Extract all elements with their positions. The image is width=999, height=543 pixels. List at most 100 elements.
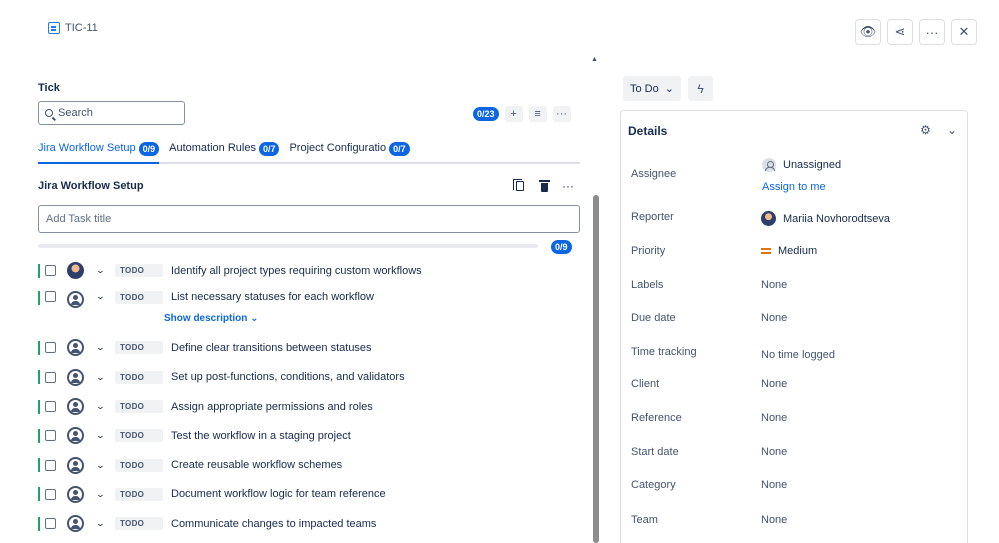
- copy-button[interactable]: [513, 179, 527, 193]
- assignee-avatar[interactable]: [67, 398, 84, 415]
- task-row[interactable]: ⌄ TODO Document workflow logic for team …: [38, 480, 578, 509]
- task-row[interactable]: ⌄ TODO Create reusable workflow schemes: [38, 450, 578, 479]
- search-box[interactable]: [38, 101, 185, 125]
- field-team[interactable]: Team None: [631, 514, 787, 526]
- status-lozenge[interactable]: TODO: [115, 517, 163, 530]
- list-more-button[interactable]: ···: [553, 106, 571, 122]
- task-checkbox[interactable]: [45, 265, 56, 276]
- filter-button[interactable]: ≡: [529, 106, 547, 122]
- delete-button[interactable]: [537, 179, 551, 193]
- field-category[interactable]: Category None: [631, 479, 787, 491]
- chevron-down-icon[interactable]: ⌄: [96, 430, 109, 441]
- chevron-down-icon[interactable]: ⌄: [96, 401, 109, 412]
- drag-handle[interactable]: [38, 291, 40, 305]
- scroll-up-arrow[interactable]: ▲: [591, 56, 598, 63]
- show-description-link[interactable]: Show description ⌄: [164, 313, 259, 324]
- task-title[interactable]: Assign appropriate permissions and roles: [171, 401, 373, 413]
- drag-handle[interactable]: [38, 429, 40, 443]
- status-lozenge[interactable]: TODO: [115, 371, 163, 384]
- task-title[interactable]: Set up post-functions, conditions, and v…: [171, 371, 405, 383]
- assignee-avatar[interactable]: [67, 339, 84, 356]
- field-reporter[interactable]: Reporter Mariia Novhorodtseva: [631, 211, 890, 226]
- status-lozenge[interactable]: TODO: [115, 400, 163, 413]
- close-button[interactable]: ✕: [951, 19, 977, 45]
- task-checkbox[interactable]: [45, 489, 56, 500]
- group-more-button[interactable]: ···: [561, 179, 575, 193]
- chevron-down-icon[interactable]: ⌄: [96, 518, 109, 529]
- drag-handle[interactable]: [38, 264, 40, 278]
- assignee-avatar[interactable]: [67, 427, 84, 444]
- task-row[interactable]: ⌄ TODO Communicate changes to impacted t…: [38, 509, 578, 538]
- task-checkbox[interactable]: [45, 518, 56, 529]
- chevron-down-icon[interactable]: ⌄: [96, 265, 109, 276]
- task-title[interactable]: Test the workflow in a staging project: [171, 430, 351, 442]
- assignee-avatar[interactable]: [67, 515, 84, 532]
- chevron-down-icon[interactable]: ⌄: [96, 372, 109, 383]
- status-lozenge[interactable]: TODO: [115, 264, 163, 277]
- add-task-field[interactable]: [38, 205, 580, 233]
- task-row[interactable]: ⌄ TODO Set up post-functions, conditions…: [38, 363, 578, 392]
- task-row[interactable]: ⌄ TODO Identify all project types requir…: [38, 256, 578, 285]
- drag-handle[interactable]: [38, 487, 40, 501]
- field-priority[interactable]: Priority Medium: [631, 245, 817, 257]
- tab-jira-workflow-setup[interactable]: Jira Workflow Setup 0/9: [38, 142, 159, 164]
- add-task-input[interactable]: [46, 213, 546, 225]
- assignee-avatar[interactable]: [67, 457, 84, 474]
- add-button[interactable]: +: [505, 106, 523, 122]
- assignee-avatar[interactable]: [67, 262, 84, 279]
- field-labels[interactable]: Labels None: [631, 279, 787, 291]
- task-row[interactable]: ⌄ TODO Test the workflow in a staging pr…: [38, 421, 578, 450]
- share-button[interactable]: ⋖: [887, 19, 913, 45]
- task-checkbox[interactable]: [45, 401, 56, 412]
- task-row[interactable]: ⌄ TODO Define clear transitions between …: [38, 333, 578, 362]
- automation-button[interactable]: ϟ: [688, 76, 713, 101]
- drag-handle[interactable]: [38, 370, 40, 384]
- field-due-date[interactable]: Due date None: [631, 312, 787, 324]
- drag-handle[interactable]: [38, 400, 40, 414]
- task-checkbox[interactable]: [45, 291, 56, 302]
- task-checkbox[interactable]: [45, 342, 56, 353]
- task-checkbox[interactable]: [45, 372, 56, 383]
- task-row[interactable]: ⌄ TODO List necessary statuses for each …: [38, 285, 578, 333]
- drag-handle[interactable]: [38, 341, 40, 355]
- field-reference[interactable]: Reference None: [631, 412, 787, 424]
- issue-key-link[interactable]: TIC-11: [48, 22, 98, 34]
- task-title[interactable]: Communicate changes to impacted teams: [171, 518, 376, 530]
- assignee-value[interactable]: Unassigned: [762, 158, 841, 172]
- assignee-avatar[interactable]: [67, 291, 84, 308]
- chevron-down-icon[interactable]: ⌄: [96, 342, 109, 353]
- chevron-down-icon[interactable]: ⌄: [96, 489, 109, 500]
- tab-project-configuration[interactable]: Project Configuratio 0/7: [289, 142, 409, 164]
- drag-handle[interactable]: [38, 517, 40, 531]
- field-start-date[interactable]: Start date None: [631, 446, 787, 458]
- assignee-avatar[interactable]: [67, 486, 84, 503]
- field-time-tracking[interactable]: Time tracking No time logged: [631, 346, 835, 361]
- settings-button[interactable]: ⚙: [920, 123, 931, 137]
- search-input[interactable]: [58, 107, 168, 119]
- task-title[interactable]: Create reusable workflow schemes: [171, 459, 342, 471]
- tab-automation-rules[interactable]: Automation Rules 0/7: [169, 142, 279, 164]
- task-checkbox[interactable]: [45, 460, 56, 471]
- drag-handle[interactable]: [38, 458, 40, 472]
- status-lozenge[interactable]: TODO: [115, 429, 163, 442]
- task-checkbox[interactable]: [45, 430, 56, 441]
- field-client[interactable]: Client None: [631, 378, 787, 390]
- chevron-down-icon[interactable]: ⌄: [96, 291, 109, 302]
- assignee-avatar[interactable]: [67, 369, 84, 386]
- assign-to-me-link[interactable]: Assign to me: [762, 181, 826, 193]
- watch-button[interactable]: 👁: [855, 19, 881, 45]
- task-row[interactable]: ⌄ TODO Assign appropriate permissions an…: [38, 392, 578, 421]
- collapse-button[interactable]: ⌄: [947, 123, 957, 137]
- scrollbar-thumb[interactable]: [593, 195, 599, 543]
- chevron-down-icon[interactable]: ⌄: [96, 460, 109, 471]
- status-lozenge[interactable]: TODO: [115, 488, 163, 501]
- more-actions-button[interactable]: ···: [919, 19, 945, 45]
- task-title[interactable]: Document workflow logic for team referen…: [171, 488, 386, 500]
- task-title[interactable]: Identify all project types requiring cus…: [171, 265, 422, 277]
- status-lozenge[interactable]: TODO: [115, 459, 163, 472]
- status-dropdown[interactable]: To Do ⌄: [623, 76, 681, 101]
- task-title[interactable]: Define clear transitions between statuse…: [171, 342, 372, 354]
- status-lozenge[interactable]: TODO: [115, 291, 163, 304]
- task-title[interactable]: List necessary statuses for each workflo…: [171, 291, 374, 303]
- status-lozenge[interactable]: TODO: [115, 341, 163, 354]
